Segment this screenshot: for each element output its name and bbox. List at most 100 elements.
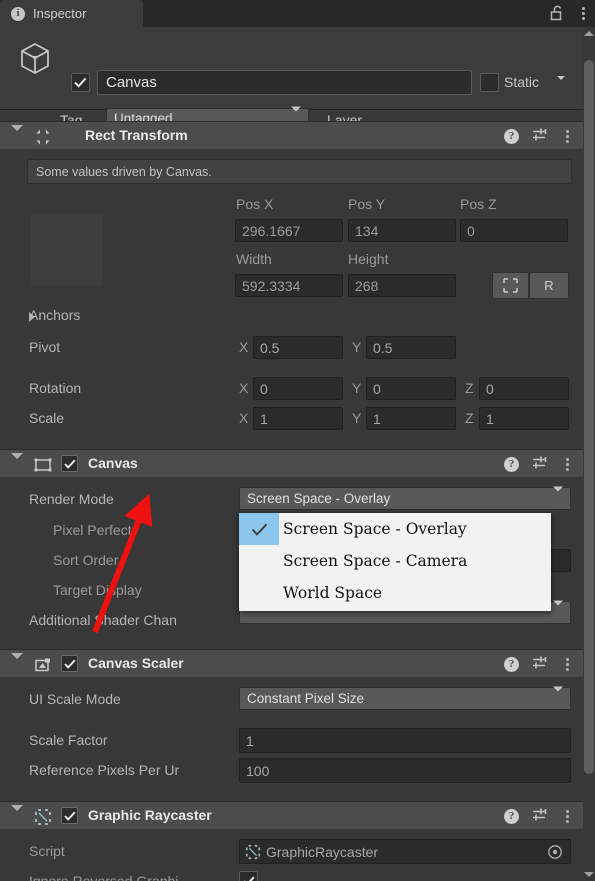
rotation-y-axis-label: Y (352, 380, 362, 396)
object-picker-icon[interactable] (547, 844, 563, 863)
pivot-y-axis-label: Y (352, 339, 362, 355)
component-actions: ? (504, 802, 573, 830)
kebab-menu-icon[interactable] (578, 4, 589, 23)
graphic-raycaster-icon (245, 844, 261, 863)
preset-sliders-icon[interactable] (532, 655, 549, 673)
driven-helpbox: Some values driven by Canvas. (27, 159, 572, 184)
popup-option-world-space[interactable]: World Space (239, 577, 551, 609)
vertical-scrollbar[interactable] (583, 27, 595, 881)
chevron-down-icon (553, 600, 563, 620)
script-object-field[interactable]: GraphicRaycaster (239, 839, 571, 864)
help-icon[interactable]: ? (504, 456, 519, 472)
reference-pixels-per-unit-field[interactable]: 100 (239, 758, 571, 783)
ui-scale-mode-value: Constant Pixel Size (247, 691, 365, 706)
component-actions: ? (504, 122, 573, 150)
tab-inspector-label: Inspector (33, 6, 87, 21)
graphic-raycaster-enabled-checkbox[interactable] (61, 807, 78, 824)
canvas-icon (34, 456, 52, 477)
help-icon[interactable]: ? (504, 808, 519, 824)
reference-pixels-per-unit-label: Reference Pixels Per Ur (29, 762, 180, 778)
pos-x-label: Pos X (236, 196, 274, 212)
additional-shader-channels-label: Additional Shader Chan (29, 612, 177, 628)
kebab-menu-icon[interactable] (562, 127, 573, 146)
script-label: Script (29, 843, 65, 859)
popup-option-label: Screen Space - Camera (283, 552, 468, 570)
scale-y-field[interactable]: 1 (366, 407, 456, 430)
unlocked-padlock-icon[interactable] (550, 4, 565, 24)
raw-edit-button[interactable]: R (529, 272, 569, 299)
ignore-reversed-graphics-checkbox[interactable] (239, 871, 258, 881)
scale-z-field[interactable]: 1 (479, 407, 569, 430)
unity-inspector-window: i Inspector Canvas Static Tag Untagged L… (0, 0, 595, 881)
pivot-x-field[interactable]: 0.5 (253, 336, 343, 359)
component-title: Canvas (88, 455, 138, 471)
preset-sliders-icon[interactable] (532, 127, 549, 145)
foldout-arrow-icon[interactable] (11, 125, 23, 146)
rotation-z-field[interactable]: 0 (479, 377, 569, 400)
kebab-menu-icon[interactable] (562, 807, 573, 826)
pos-z-label: Pos Z (460, 196, 497, 212)
component-title: Rect Transform (85, 127, 188, 143)
blueprint-mode-button[interactable] (492, 272, 529, 299)
kebab-menu-icon[interactable] (562, 455, 573, 474)
scroll-down-arrow-icon[interactable] (584, 872, 594, 877)
inspector-tabbar: i Inspector (0, 0, 595, 27)
rotation-z-axis-label: Z (465, 380, 474, 396)
render-mode-popup-list[interactable]: Screen Space - Overlay Screen Space - Ca… (239, 513, 551, 611)
component-header-canvas-scaler[interactable]: Canvas Scaler ? (0, 649, 583, 679)
static-label: Static (504, 74, 540, 90)
gameobject-header: Canvas Static Tag Untagged Layer UI (0, 27, 583, 150)
pos-y-field[interactable]: 134 (348, 219, 456, 242)
rotation-y-field[interactable]: 0 (366, 377, 456, 400)
prefab-chevron-down-icon[interactable] (31, 56, 39, 75)
scrollbar-thumb[interactable] (584, 60, 594, 774)
gameobject-enabled-checkbox[interactable] (71, 73, 90, 92)
preset-sliders-icon[interactable] (532, 807, 549, 825)
checkmark-icon (239, 513, 279, 545)
tabbar-actions (550, 0, 589, 27)
pos-z-field[interactable]: 0 (460, 219, 568, 242)
height-label: Height (348, 251, 389, 267)
anchor-preset-button[interactable] (31, 214, 103, 286)
canvas-enabled-checkbox[interactable] (61, 455, 78, 472)
scale-y-axis-label: Y (352, 410, 362, 426)
gameobject-name-field[interactable]: Canvas (97, 70, 472, 95)
foldout-arrow-icon[interactable] (11, 805, 23, 826)
help-icon[interactable]: ? (504, 128, 519, 144)
rotation-x-field[interactable]: 0 (253, 377, 343, 400)
component-header-rect-transform[interactable]: Rect Transform ? (0, 121, 583, 151)
anchors-label[interactable]: Anchors (29, 307, 80, 323)
kebab-menu-icon[interactable] (562, 655, 573, 674)
height-field[interactable]: 268 (348, 274, 456, 297)
scale-factor-field[interactable]: 1 (239, 728, 571, 753)
foldout-arrow-icon[interactable] (11, 453, 23, 474)
popup-option-label: World Space (283, 584, 383, 602)
scroll-up-arrow-icon[interactable] (584, 31, 594, 36)
width-field[interactable]: 592.3334 (235, 274, 343, 297)
popup-option-screen-space-overlay[interactable]: Screen Space - Overlay (239, 513, 551, 545)
render-mode-dropdown[interactable]: Screen Space - Overlay (239, 486, 571, 510)
chevron-down-icon (553, 486, 563, 506)
sort-order-label: Sort Order (53, 552, 119, 568)
popup-option-label: Screen Space - Overlay (283, 520, 467, 538)
pivot-y-field[interactable]: 0.5 (366, 336, 456, 359)
help-icon[interactable]: ? (504, 656, 519, 672)
scale-x-field[interactable]: 1 (253, 407, 343, 430)
scale-z-axis-label: Z (465, 410, 474, 426)
canvas-scaler-enabled-checkbox[interactable] (61, 655, 78, 672)
scale-factor-label: Scale Factor (29, 732, 108, 748)
static-dropdown-chevron-icon[interactable] (557, 76, 565, 95)
pos-x-field[interactable]: 296.1667 (235, 219, 343, 242)
ui-scale-mode-dropdown[interactable]: Constant Pixel Size (239, 686, 571, 710)
tab-inspector[interactable]: i Inspector (0, 0, 143, 27)
component-header-graphic-raycaster[interactable]: Graphic Raycaster ? (0, 801, 583, 831)
popup-option-screen-space-camera[interactable]: Screen Space - Camera (239, 545, 551, 577)
component-actions: ? (504, 650, 573, 678)
ignore-reversed-graphics-label: Ignore Reversed Graphi (29, 873, 179, 881)
static-checkbox[interactable] (480, 73, 499, 92)
foldout-arrow-icon[interactable] (11, 653, 23, 674)
component-actions: ? (504, 450, 573, 478)
component-header-canvas[interactable]: Canvas ? (0, 449, 583, 479)
render-mode-value: Screen Space - Overlay (247, 491, 391, 506)
preset-sliders-icon[interactable] (532, 455, 549, 473)
